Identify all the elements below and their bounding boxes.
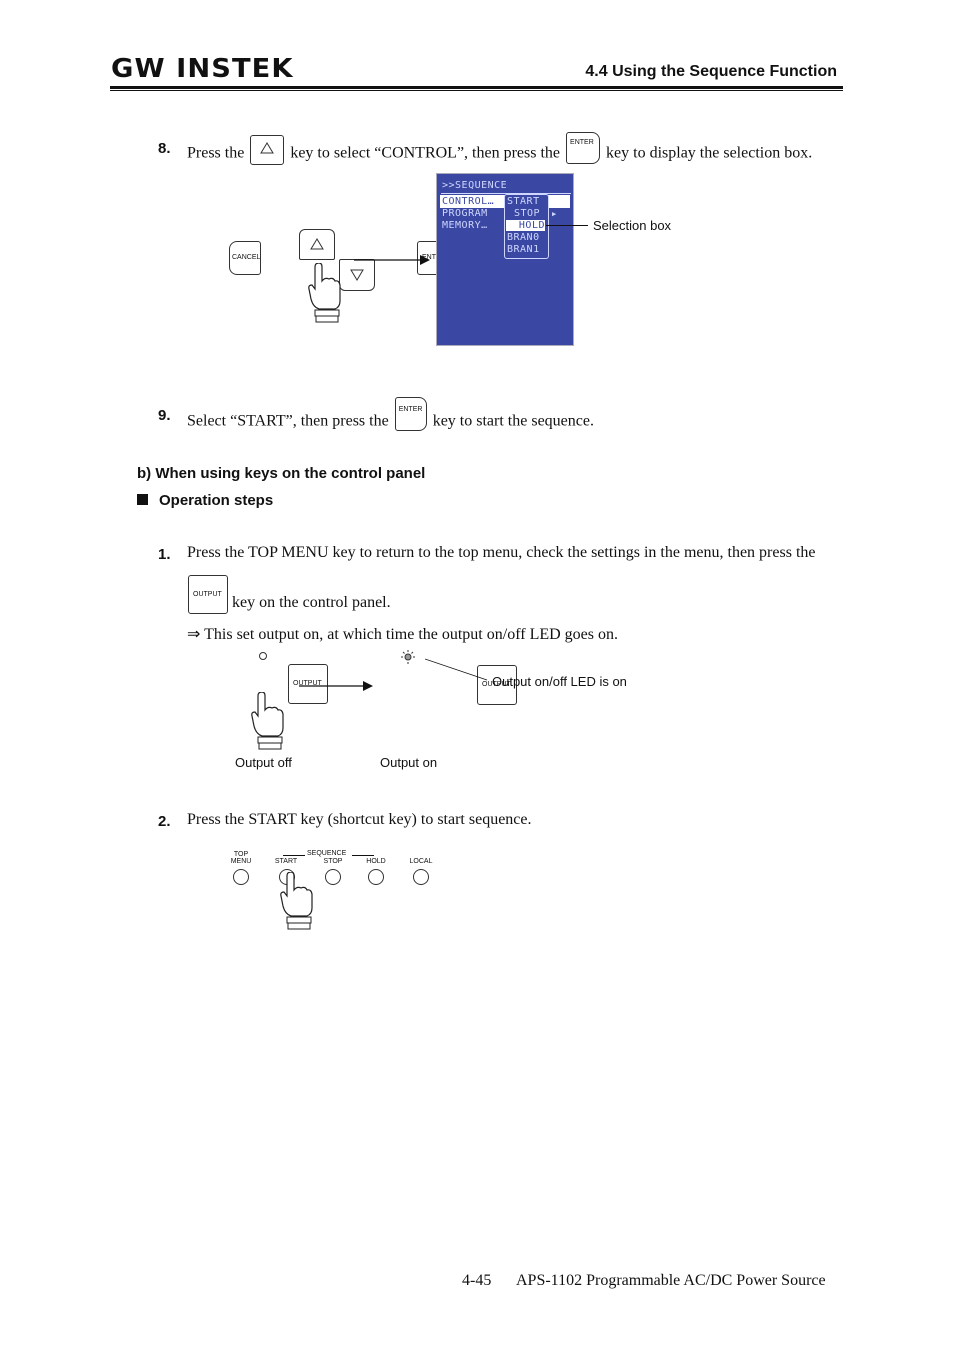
gw-instek-logo: GW INSTEK bbox=[111, 54, 294, 84]
step-9-text-a: Select “START”, then press the bbox=[187, 412, 389, 430]
pointing-hand-icon bbox=[280, 872, 313, 930]
operation-steps-heading: Operation steps bbox=[159, 492, 274, 509]
step-8-text: Press the key to select “CONTROL”, then … bbox=[187, 132, 813, 170]
up-arrow-key-icon bbox=[250, 135, 285, 165]
lcd-menu-memory: MEMORY… bbox=[442, 220, 488, 231]
lcd-screen: >>SEQUENCE CONTROL… PROGRAM MEMORY… STAR… bbox=[436, 173, 574, 346]
selection-box: START STOP HOLD BRAN0 BRAN1 bbox=[504, 194, 549, 259]
subsection-heading: b) When using keys on the control panel bbox=[137, 465, 426, 482]
step-2-number: 2. bbox=[158, 813, 171, 830]
sequence-group-label: SEQUENCE bbox=[307, 850, 347, 857]
square-bullet-icon bbox=[137, 494, 148, 505]
section-title: 4.4 Using the Sequence Function bbox=[585, 63, 837, 80]
output-key-icon: OUTPUT bbox=[188, 574, 228, 614]
step-8-number: 8. bbox=[158, 140, 171, 157]
step-1-text-b: key on the control panel. bbox=[232, 594, 391, 611]
step-8-text-c: key to display the selection box. bbox=[606, 144, 813, 162]
product-name: APS-1102 Programmable AC/DC Power Source bbox=[516, 1272, 826, 1289]
pointing-hand-icon bbox=[251, 692, 284, 750]
enter-key-icon: ENTER bbox=[394, 397, 427, 431]
submenu-arrow-icon: ▶ bbox=[552, 210, 557, 218]
step-9-text-b: key to start the sequence. bbox=[432, 412, 594, 430]
hold-button bbox=[368, 869, 384, 885]
header-rule-thin bbox=[110, 90, 843, 91]
header-rule bbox=[110, 86, 843, 89]
step-1-text-a: Press the TOP MENU key to return to the … bbox=[187, 544, 816, 561]
enter-key-icon: ENTER bbox=[566, 132, 601, 164]
callout-line bbox=[546, 225, 588, 226]
top-menu-label-line2: MENU bbox=[230, 858, 252, 865]
start-label: START bbox=[274, 858, 298, 865]
local-button bbox=[413, 869, 429, 885]
stop-button bbox=[325, 869, 341, 885]
popup-item-hold: HOLD bbox=[506, 220, 545, 231]
step-8-text-b: key to select “CONTROL”, then press the bbox=[290, 144, 561, 162]
step-2-text: Press the START key (shortcut key) to st… bbox=[187, 811, 532, 828]
arrow-right-icon bbox=[299, 681, 373, 691]
top-menu-label: TOP MENU bbox=[226, 851, 256, 865]
led-on-icon bbox=[401, 650, 415, 664]
step-9-text: Select “START”, then press the ENTER key… bbox=[187, 397, 594, 439]
popup-item-start: START bbox=[507, 196, 540, 207]
hold-label: HOLD bbox=[366, 858, 386, 865]
led-off-icon bbox=[259, 652, 267, 660]
page-number: 4-45 bbox=[462, 1272, 492, 1289]
top-menu-label-line1: TOP bbox=[233, 851, 249, 858]
pointing-hand-icon bbox=[308, 263, 341, 323]
caption-output-on: Output on bbox=[380, 755, 438, 770]
led-callout: Output on/off LED is on bbox=[492, 674, 627, 689]
step-8-text-a: Press the bbox=[187, 144, 245, 162]
top-menu-button bbox=[233, 869, 249, 885]
lcd-menu-control: CONTROL… bbox=[442, 196, 495, 207]
caption-output-off: Output off bbox=[235, 755, 292, 770]
step-9-number: 9. bbox=[158, 407, 171, 424]
up-key bbox=[299, 228, 335, 260]
lcd-title: >>SEQUENCE bbox=[442, 180, 508, 191]
step-1-number: 1. bbox=[158, 546, 171, 563]
popup-item-bran0: BRAN0 bbox=[507, 232, 540, 243]
popup-item-bran1: BRAN1 bbox=[507, 244, 540, 255]
step-1-result: ⇒ This set output on, at which time the … bbox=[187, 626, 618, 643]
sequence-group-line-left bbox=[283, 855, 305, 856]
local-label: LOCAL bbox=[409, 858, 433, 865]
arrow-right-icon bbox=[354, 255, 430, 265]
callout-line bbox=[425, 658, 488, 681]
selection-box-callout: Selection box bbox=[593, 218, 672, 233]
popup-item-stop: STOP bbox=[514, 208, 541, 219]
sequence-group-line-right bbox=[352, 855, 374, 856]
lcd-menu-program: PROGRAM bbox=[442, 208, 488, 219]
cancel-key: CANCEL bbox=[229, 241, 261, 275]
stop-label: STOP bbox=[323, 858, 343, 865]
